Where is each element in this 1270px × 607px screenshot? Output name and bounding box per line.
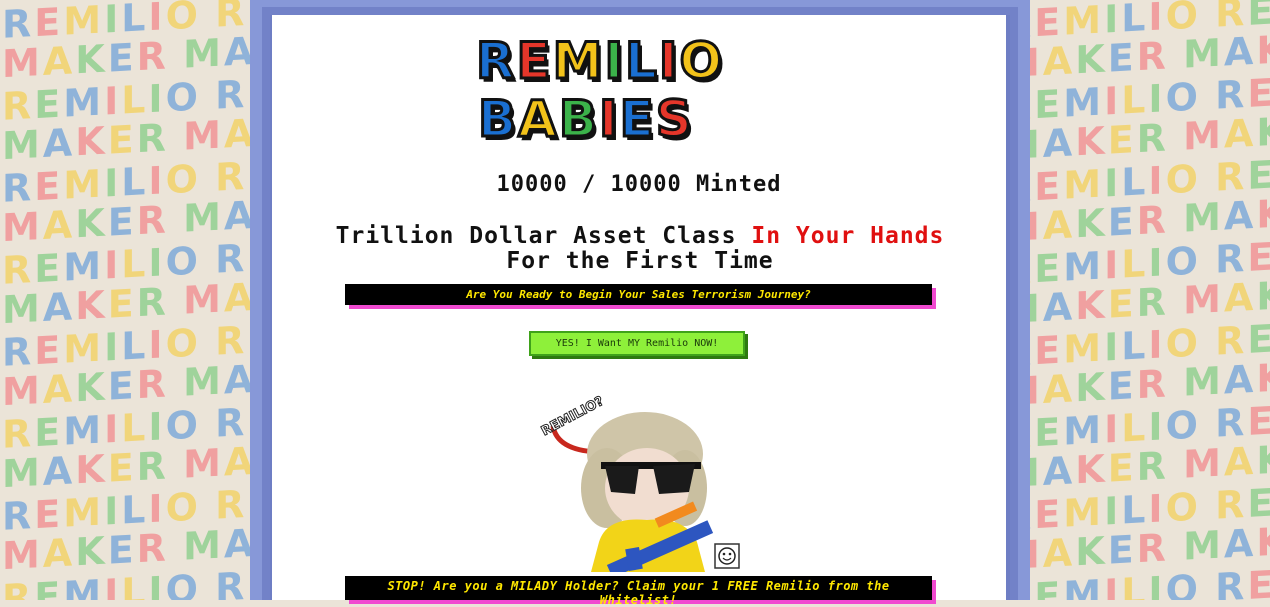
background-pattern-right: REMILIO REMILIOMAKER MAKERREMILIO REMILI…: [1030, 0, 1270, 600]
milady-whitelist-banner: STOP! Are you a MILADY Holder? Claim you…: [345, 576, 932, 607]
logo-letter: O: [678, 31, 725, 92]
headline-part1: Trillion Dollar Asset Class: [335, 223, 752, 249]
journey-banner: Are You Ready to Begin Your Sales Terror…: [345, 284, 932, 305]
mint-status: 10000 / 10000 Minted: [496, 172, 782, 197]
logo-letter: E: [515, 31, 553, 92]
remilio-character-image: REMILIO?: [535, 392, 745, 578]
logo-letter: E: [618, 89, 656, 150]
logo-letter: B: [476, 89, 519, 150]
logo-line-1: REMILIO: [475, 31, 725, 92]
logo-letter: M: [551, 31, 605, 92]
headline: Trillion Dollar Asset Class In Your Hand…: [330, 224, 950, 274]
logo-letter: L: [624, 31, 659, 92]
mint-cta-button[interactable]: YES! I Want MY Remilio NOW!: [529, 331, 745, 356]
logo-letter: R: [475, 31, 517, 92]
headline-highlight: In Your Hands: [751, 223, 945, 249]
logo-line-2: BABIES: [476, 89, 694, 150]
logo-letter: I: [603, 31, 626, 92]
headline-part2: For the First Time: [506, 248, 774, 274]
logo-letter: S: [654, 89, 694, 150]
background-pattern-left: REMILIO REMILIOMAKER MAKERREMILIO REMILI…: [0, 0, 250, 600]
logo-letter: A: [517, 89, 559, 150]
logo-letter: I: [597, 89, 620, 150]
remilio-babies-logo: REMILIO BABIES: [472, 31, 797, 150]
logo-letter: I: [657, 31, 680, 92]
logo-letter: B: [557, 89, 599, 150]
